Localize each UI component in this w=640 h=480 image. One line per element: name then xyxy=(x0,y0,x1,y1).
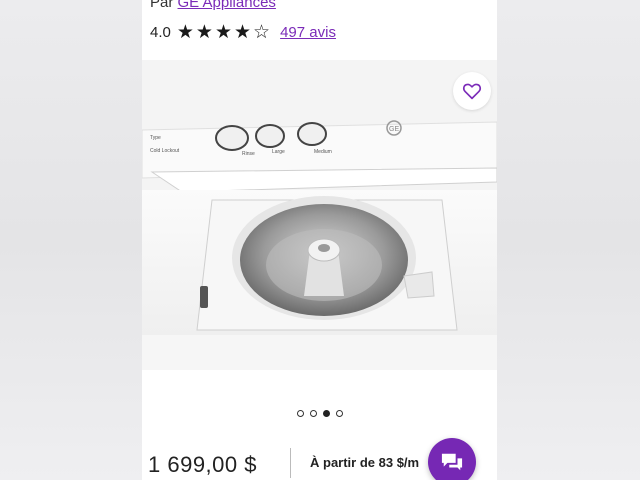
heart-icon xyxy=(462,83,482,100)
left-backdrop xyxy=(0,0,142,480)
panel-label: Type xyxy=(150,135,161,141)
pagination-dot-active[interactable] xyxy=(322,410,330,417)
brand-line: Par GE Appliances xyxy=(150,0,276,11)
ge-logo: GE xyxy=(389,126,399,133)
washer-image: Type Cold Lockout Rinse Large Medium GE xyxy=(142,60,497,370)
star-rating: ★ ★ ★ ★ ☆ xyxy=(177,23,270,42)
right-backdrop xyxy=(497,0,640,480)
pagination-dot[interactable] xyxy=(309,410,317,417)
chat-button[interactable] xyxy=(428,438,476,480)
star-full-icon: ★ xyxy=(195,21,213,43)
panel-label: Medium xyxy=(314,149,332,155)
star-full-icon: ★ xyxy=(234,21,252,43)
panel-label: Large xyxy=(272,149,285,155)
pagination-dot[interactable] xyxy=(335,410,343,417)
product-page: Par GE Appliances 4.0 ★ ★ ★ ★ ☆ 497 avis xyxy=(142,0,497,480)
star-full-icon: ★ xyxy=(214,21,232,43)
rating-score: 4.0 xyxy=(150,23,171,41)
price: 1 699,00 $ xyxy=(148,452,257,477)
brand-prefix: Par xyxy=(150,0,174,11)
pagination-dot[interactable] xyxy=(296,410,304,417)
rating-row: 4.0 ★ ★ ★ ★ ☆ 497 avis xyxy=(150,21,336,43)
favorite-button[interactable] xyxy=(453,72,491,110)
financing-text: À partir de 83 $/m xyxy=(310,455,420,470)
divider xyxy=(290,448,291,478)
reviews-link[interactable]: 497 avis xyxy=(280,24,336,41)
star-full-icon: ★ xyxy=(176,21,194,43)
brand-link[interactable]: GE Appliances xyxy=(178,0,276,11)
panel-label: Cold Lockout xyxy=(150,148,180,154)
gallery-pagination xyxy=(142,410,497,417)
chat-icon xyxy=(441,453,463,471)
panel-label: Rinse xyxy=(242,151,255,157)
product-image-gallery[interactable]: Type Cold Lockout Rinse Large Medium GE xyxy=(142,60,497,370)
star-empty-icon: ☆ xyxy=(253,21,271,43)
